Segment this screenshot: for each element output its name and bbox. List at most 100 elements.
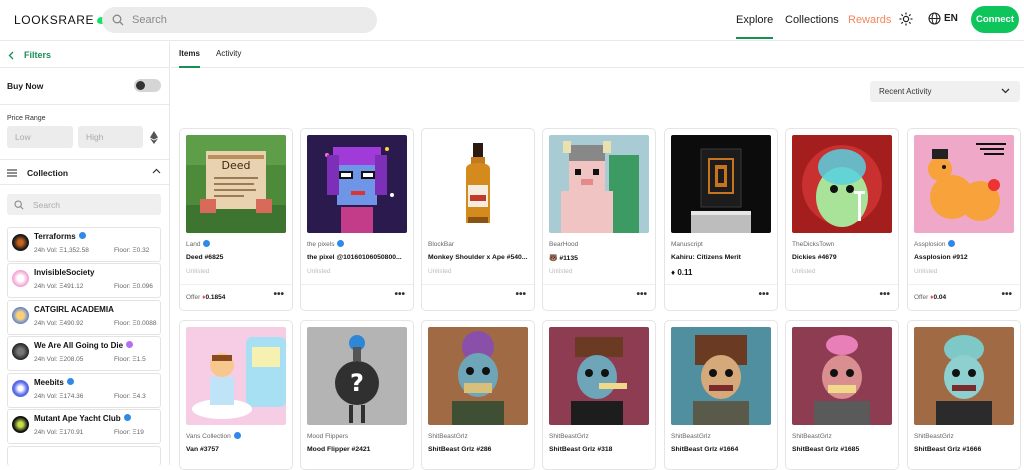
collection-avatar xyxy=(12,343,29,360)
divider xyxy=(0,104,170,105)
collection-item-terraforms[interactable]: Terraforms 24h Vol: Ξ1,352.58 Floor: Ξ0.… xyxy=(7,227,161,262)
connect-wallet-button[interactable]: Connect xyxy=(971,6,1019,33)
nft-collection: Assplosion xyxy=(914,240,956,248)
nft-card[interactable]: ShitBeastGrlz ShitBeast Grlz #1685 xyxy=(785,320,899,470)
verified-badge-icon xyxy=(126,341,134,349)
language-selector[interactable]: EN xyxy=(928,12,958,25)
divider xyxy=(665,284,777,285)
nft-card[interactable]: ? Mood Flippers Mood Flipper #2421 xyxy=(300,320,414,470)
nft-image-mood-flipper[interactable]: ? xyxy=(307,327,407,425)
nft-status: Unlisted xyxy=(428,268,452,275)
collection-volume: 24h Vol: Ξ174.36 xyxy=(34,393,84,400)
more-options-icon[interactable]: ••• xyxy=(515,289,526,300)
nft-image-assplosion[interactable] xyxy=(914,135,1014,233)
buy-now-label: Buy Now xyxy=(7,81,44,91)
collection-volume: 24h Vol: Ξ491.12 xyxy=(34,283,84,290)
sort-select[interactable]: Recent Activity xyxy=(870,81,1020,102)
nft-name: Mood Flipper #2421 xyxy=(307,446,371,453)
nft-card[interactable]: ShitBeastGrlz ShitBeast Grlz #286 xyxy=(421,320,535,470)
content-tabs: Items Activity xyxy=(171,42,1024,68)
nft-collection: ShitBeastGrlz xyxy=(792,433,832,440)
collection-item-invisiblesociety[interactable]: InvisibleSociety 24h Vol: Ξ491.12 Floor:… xyxy=(7,263,161,298)
nft-card[interactable]: Deed Land Deed #6825 Unlisted Offer ♦0.1… xyxy=(179,128,293,311)
nft-image-the-pixel[interactable] xyxy=(307,135,407,233)
collection-item-mutant-ape-yacht-club[interactable]: Mutant Ape Yacht Club 24h Vol: Ξ170.91 F… xyxy=(7,409,161,444)
collection-floor: Floor: Ξ0.096 xyxy=(114,283,153,290)
collection-item-catgirl-academia[interactable]: CATGIRL ACADEMIA 24h Vol: Ξ490.92 Floor:… xyxy=(7,300,161,335)
more-options-icon[interactable]: ••• xyxy=(636,289,647,300)
nft-card[interactable]: the pixels the pixel @10160106050800... … xyxy=(300,128,414,311)
more-options-icon[interactable]: ••• xyxy=(273,289,284,300)
collection-floor: Floor: Ξ0.32 xyxy=(114,247,150,254)
nav-collections[interactable]: Collections xyxy=(785,14,839,26)
divider xyxy=(180,284,292,285)
divider xyxy=(786,284,898,285)
more-options-icon[interactable]: ••• xyxy=(1001,289,1012,300)
verified-badge-icon xyxy=(78,232,86,240)
nft-card[interactable]: Manuscript Kahiru: Citizens Merit ♦ 0.11… xyxy=(664,128,778,311)
nft-name: Monkey Shoulder x Ape #540... xyxy=(428,254,528,261)
collection-avatar xyxy=(12,270,29,287)
nft-image-shitbeast-1666[interactable] xyxy=(914,327,1014,425)
tab-items[interactable]: Items xyxy=(179,49,200,68)
ethereum-icon[interactable] xyxy=(150,131,158,144)
nft-status: Unlisted xyxy=(186,268,210,275)
global-search-input[interactable]: Search xyxy=(102,7,377,33)
divider xyxy=(0,159,170,160)
more-options-icon[interactable]: ••• xyxy=(879,289,890,300)
price-low-input[interactable]: Low xyxy=(7,126,73,148)
nft-card[interactable]: ShitBeastGrlz ShitBeast Grlz #1664 xyxy=(664,320,778,470)
nft-image-bearhood[interactable] xyxy=(549,135,649,233)
buy-now-toggle[interactable] xyxy=(134,79,161,92)
nft-collection: TheDicksTown xyxy=(792,241,835,248)
nft-card[interactable]: Vans Collection Van #3757 xyxy=(179,320,293,470)
collection-item-we-are-all-going-to-die[interactable]: We Are All Going to Die 24h Vol: Ξ208.05… xyxy=(7,336,161,371)
nft-card[interactable]: BearHood 🐻 #1135 Unlisted ••• xyxy=(542,128,656,311)
collection-item-partial[interactable] xyxy=(7,446,161,466)
nft-collection: Vans Collection xyxy=(186,432,241,440)
search-placeholder: Search xyxy=(132,14,167,26)
collection-floor: Floor: Ξ0.0088 xyxy=(114,320,157,327)
filters-collapse-button[interactable]: Filters xyxy=(8,50,51,60)
nft-collection: Manuscript xyxy=(671,241,703,248)
nft-image-dickies[interactable] xyxy=(792,135,892,233)
nft-image-shitbeast-1664[interactable] xyxy=(671,327,771,425)
collection-name: Mutant Ape Yacht Club xyxy=(34,414,131,423)
nft-card[interactable]: TheDicksTown Dickies #4679 Unlisted ••• xyxy=(785,128,899,311)
more-options-icon[interactable]: ••• xyxy=(758,289,769,300)
collection-search-input[interactable]: Search xyxy=(7,194,161,215)
nft-image-shitbeast-286[interactable] xyxy=(428,327,528,425)
nft-card[interactable]: BlockBar Monkey Shoulder x Ape #540... U… xyxy=(421,128,535,311)
nft-card[interactable]: ShitBeastGrlz ShitBeast Grlz #1666 xyxy=(907,320,1021,470)
collection-name: InvisibleSociety xyxy=(34,268,95,277)
theme-toggle-sun-icon[interactable] xyxy=(899,12,913,26)
tab-activity[interactable]: Activity xyxy=(216,49,241,58)
nft-name: Van #3757 xyxy=(186,446,219,453)
looksrare-logo[interactable]: LOOKSRARE xyxy=(14,13,107,27)
nft-name: ShitBeast Grlz #286 xyxy=(428,446,492,453)
collection-volume: 24h Vol: Ξ170.91 xyxy=(34,429,84,436)
nav-explore[interactable]: Explore xyxy=(736,14,774,39)
nft-card[interactable]: Assplosion Assplosion #912 Unlisted Offe… xyxy=(907,128,1021,311)
divider xyxy=(543,284,655,285)
nft-image-monkey-shoulder[interactable] xyxy=(428,135,528,233)
more-options-icon[interactable]: ••• xyxy=(394,289,405,300)
nft-image-shitbeast-318[interactable] xyxy=(549,327,649,425)
nft-collection: ShitBeastGrlz xyxy=(671,433,711,440)
nft-image-deed[interactable]: Deed xyxy=(186,135,286,233)
nft-image-van[interactable] xyxy=(186,327,286,425)
divider xyxy=(301,284,413,285)
collection-floor: Floor: Ξ19 xyxy=(114,429,144,436)
filters-sidebar: Filters Buy Now Price Range Low High Col… xyxy=(0,42,170,466)
collection-section-header[interactable]: Collection xyxy=(7,168,161,178)
divider xyxy=(908,284,1020,285)
collection-item-meebits[interactable]: Meebits 24h Vol: Ξ174.36 Floor: Ξ4.3 xyxy=(7,373,161,408)
collection-name: We Are All Going to Die xyxy=(34,341,134,350)
nft-collection: BlockBar xyxy=(428,241,455,248)
nft-card[interactable]: ShitBeastGrlz ShitBeast Grlz #318 xyxy=(542,320,656,470)
price-high-input[interactable]: High xyxy=(78,126,143,148)
nft-name: the pixel @10160106050800... xyxy=(307,254,402,261)
nft-image-kahiru[interactable] xyxy=(671,135,771,233)
nft-image-shitbeast-1685[interactable] xyxy=(792,327,892,425)
nav-rewards[interactable]: Rewards xyxy=(848,14,891,26)
